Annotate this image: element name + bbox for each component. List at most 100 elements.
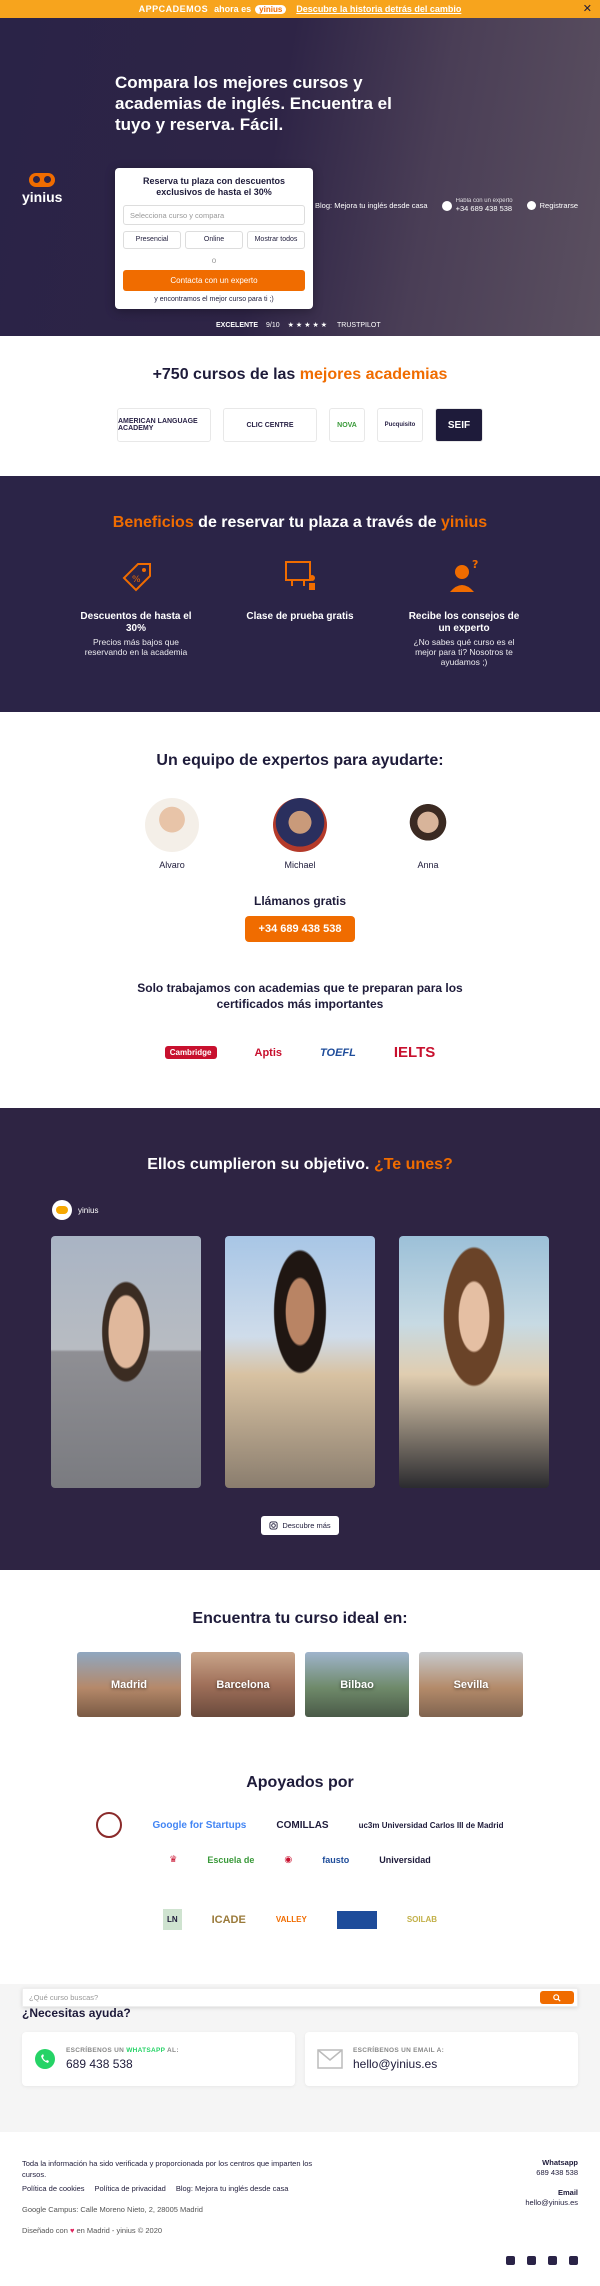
option-show-all[interactable]: Mostrar todos: [247, 231, 305, 249]
register-link[interactable]: Registrarse: [526, 201, 578, 210]
benefits-section: Beneficios de reservar tu plaza a través…: [0, 476, 600, 712]
contact-options: ESCRÍBENOS UN WHATSAPP AL: 689 438 538 E…: [22, 2032, 578, 2086]
yinius-logo-icon: [29, 173, 56, 187]
footer-whatsapp-label: Whatsapp: [542, 2158, 578, 2167]
announcement-bar: APPCADEMOS ahora es yinius Descubre la h…: [0, 0, 600, 18]
city-list: Madrid Barcelona Bilbao Sevilla: [0, 1652, 600, 1717]
avatar: [401, 798, 455, 852]
footer-disclaimer: Toda la información ha sido verificada y…: [22, 2159, 313, 2179]
teacher-board-icon: [285, 561, 315, 590]
whatsapp-caption-b: WHATSAPP: [126, 2047, 166, 2054]
benefits-title-c: yinius: [440, 514, 488, 531]
sticky-search-bar: ¿Qué curso buscas?: [22, 1988, 578, 2007]
close-icon[interactable]: ✕: [583, 2, 592, 15]
envelope-icon: [317, 2049, 343, 2069]
nav-phone[interactable]: Habla con un experto +34 689 438 538: [441, 198, 513, 213]
twitter-icon[interactable]: [548, 2256, 557, 2265]
partner-logo: VALLEY: [275, 1915, 307, 1924]
course-select[interactable]: Selecciona curso y compara: [123, 205, 305, 225]
search-input[interactable]: ¿Qué curso buscas?: [29, 1993, 98, 2002]
student-photo[interactable]: [225, 1236, 375, 1488]
option-online[interactable]: Online: [185, 231, 243, 249]
partner-logo-badge: [336, 1910, 377, 1929]
linkedin-icon[interactable]: [569, 2256, 578, 2265]
footer-whatsapp[interactable]: 689 438 538: [536, 2168, 578, 2177]
whatsapp-number: 689 438 538: [66, 2057, 133, 2071]
experts-list: Alvaro Michael Anna: [0, 798, 600, 870]
rating-label: EXCELENTE: [216, 321, 259, 329]
stories-title: Ellos cumplieron su objetivo. ¿Te unes?: [0, 1156, 600, 1174]
benefits-title-b: de reservar tu plaza a través de: [193, 514, 441, 531]
partner-logo: ICADE: [211, 1913, 246, 1926]
benefit-item: Clase de prueba gratis: [240, 556, 360, 667]
story-link[interactable]: Descubre la historia detrás del cambio: [296, 4, 461, 14]
city-card-sevilla[interactable]: Sevilla: [419, 1652, 523, 1717]
expert-item: Alvaro: [145, 798, 199, 870]
facebook-icon[interactable]: [506, 2256, 515, 2265]
whatsapp-icon: [35, 2049, 55, 2069]
instagram-icon: [269, 1521, 278, 1530]
academy-logo[interactable]: Pucquisito: [377, 408, 423, 442]
site-logo[interactable]: yinius: [22, 173, 62, 207]
expert-name: Alvaro: [159, 860, 185, 870]
email-caption: ESCRÍBENOS UN EMAIL A:: [353, 2047, 445, 2054]
trustpilot-rating[interactable]: EXCELENTE 9/10 ★★★★★ TRUSTPILOT: [216, 321, 381, 330]
logo-text: yinius: [22, 189, 63, 205]
partners-section: Apoyados por Google for Startups COMILLA…: [0, 1746, 600, 2007]
red-circle-icon: ◉: [284, 1854, 293, 1864]
city-card-madrid[interactable]: Madrid: [77, 1652, 181, 1717]
team-section: Un equipo de expertos para ayudarte: Alv…: [0, 712, 600, 1108]
city-card-barcelona[interactable]: Barcelona: [191, 1652, 295, 1717]
expert-name: Michael: [284, 860, 316, 870]
call-phone-button[interactable]: +34 689 438 538: [244, 916, 356, 942]
blog-link[interactable]: Blog: Mejora tu inglés desde casa: [176, 2184, 289, 2193]
academy-logo[interactable]: NOVA: [329, 408, 365, 442]
discover-more-button[interactable]: Descubre más: [261, 1516, 339, 1535]
academies-title-a: +750 cursos de las: [152, 366, 300, 383]
email-contact-card[interactable]: ESCRÍBENOS UN EMAIL A: hello@yinius.es: [305, 2032, 578, 2086]
academy-logo[interactable]: CLIC CENTRE: [223, 408, 317, 442]
stories-title-a: Ellos cumplieron su objetivo.: [147, 1156, 374, 1173]
instagram-icon[interactable]: [527, 2256, 536, 2265]
expert-advice-icon: ?: [450, 558, 478, 592]
footer-email[interactable]: hello@yinius.es: [525, 2198, 578, 2207]
benefits-title-a: Beneficios: [112, 514, 194, 531]
nav-phone-number: +34 689 438 538: [455, 204, 513, 213]
rating-score: 9/10: [266, 321, 280, 329]
star-icons: ★★★★★: [287, 322, 330, 329]
benefit-title: Recibe los consejos de un experto: [408, 611, 520, 634]
announcement-text: ahora es: [214, 4, 252, 14]
privacy-policy-link[interactable]: Política de privacidad: [95, 2184, 166, 2193]
academy-logos: AMERICAN LANGUAGE ACADEMY CLIC CENTRE NO…: [0, 408, 600, 442]
svg-text:?: ?: [472, 558, 478, 571]
student-photo[interactable]: [399, 1236, 549, 1488]
benefit-desc: ¿No sabes qué curso es el mejor para ti?…: [413, 637, 515, 667]
footer-links: Política de cookies Política de privacid…: [22, 2184, 578, 2193]
whatsapp-icon: [441, 200, 452, 211]
academies-section: +750 cursos de las mejores academias AME…: [0, 336, 600, 476]
partner-logo: COMILLAS: [276, 1819, 329, 1831]
option-presencial[interactable]: Presencial: [123, 231, 181, 249]
academy-logo[interactable]: AMERICAN LANGUAGE ACADEMY: [117, 408, 211, 442]
footer-address: Google Campus: Calle Moreno Nieto, 2, 28…: [22, 2205, 203, 2214]
user-icon: [526, 201, 536, 210]
site-footer: Toda la información ha sido verificada y…: [0, 2132, 600, 2286]
top-nav: Blog: Mejora tu inglés desde casa Habla …: [315, 198, 578, 213]
academy-logo[interactable]: SEIF: [435, 408, 483, 442]
nav-blog-link[interactable]: Blog: Mejora tu inglés desde casa: [315, 201, 428, 210]
contact-expert-button[interactable]: Contacta con un experto: [123, 270, 305, 291]
cookies-policy-link[interactable]: Política de cookies: [22, 2184, 85, 2193]
partner-logo: uc3m Universidad Carlos III de Madrid: [358, 1820, 504, 1830]
cities-section: Encuentra tu curso ideal en: Madrid Barc…: [0, 1570, 600, 1746]
city-card-bilbao[interactable]: Bilbao: [305, 1652, 409, 1717]
student-photo[interactable]: [51, 1236, 201, 1488]
crown-icon: ♛: [169, 1854, 178, 1864]
expert-item: Anna: [401, 798, 455, 870]
partner-logos-row: Google for Startups COMILLAS uc3m Univer…: [0, 1812, 600, 1838]
partner-logo: Universidad: [379, 1854, 431, 1865]
whatsapp-contact-card[interactable]: ESCRÍBENOS UN WHATSAPP AL: 689 438 538: [22, 2032, 295, 2086]
search-button[interactable]: [540, 1991, 574, 2004]
instagram-account-tag[interactable]: yinius: [52, 1200, 600, 1220]
partner-logo: Google for Startups: [152, 1819, 247, 1831]
account-name: yinius: [78, 1205, 99, 1215]
